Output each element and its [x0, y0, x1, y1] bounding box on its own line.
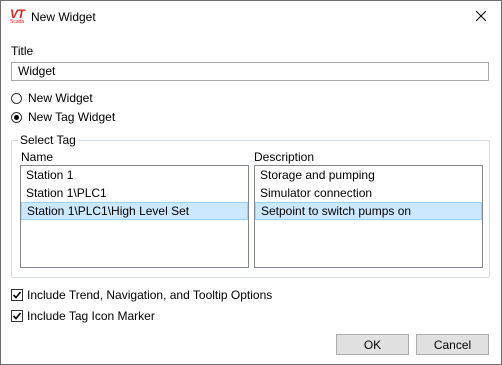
radio-new-tag-widget-circle[interactable]	[11, 111, 22, 123]
description-column-label: Description	[254, 150, 315, 164]
name-column-label: Name	[21, 150, 54, 164]
include-trend-checkbox[interactable]	[11, 289, 23, 301]
include-trend-option[interactable]: Include Trend, Navigation, and Tooltip O…	[11, 287, 272, 303]
logo-subtext: Scada	[10, 19, 25, 25]
radio-new-tag-widget[interactable]: New Tag Widget	[11, 109, 115, 125]
ok-button[interactable]: OK	[336, 334, 409, 355]
description-list-item[interactable]: Setpoint to switch pumps on	[255, 202, 482, 220]
title-input[interactable]: Widget	[11, 62, 489, 81]
radio-new-widget-label: New Widget	[28, 91, 93, 105]
title-bar[interactable]: VT Scada New Widget	[1, 1, 501, 33]
radio-new-tag-widget-label: New Tag Widget	[28, 110, 116, 124]
new-widget-dialog: VT Scada New Widget Title Widget New Wid…	[0, 0, 502, 365]
include-icon-label: Include Tag Icon Marker	[27, 309, 155, 323]
description-list-item[interactable]: Storage and pumping	[255, 166, 482, 184]
cancel-button[interactable]: Cancel	[416, 334, 489, 355]
close-icon	[476, 11, 486, 21]
name-listbox[interactable]: Station 1 Station 1\PLC1 Station 1\PLC1\Hi…	[20, 165, 249, 268]
window-title: New Widget	[31, 10, 96, 24]
description-list-item[interactable]: Simulator connection	[255, 184, 482, 202]
name-list-item[interactable]: Station 1\PLC1	[21, 184, 248, 202]
app-logo-icon: VT Scada	[10, 7, 30, 25]
checkmark-icon	[12, 291, 22, 299]
select-tag-group-label: Select Tag	[18, 133, 78, 147]
include-icon-checkbox[interactable]	[11, 310, 23, 322]
close-button[interactable]	[461, 1, 501, 31]
radio-new-widget-circle[interactable]	[11, 92, 22, 104]
radio-new-widget[interactable]: New Widget	[11, 90, 93, 106]
description-listbox[interactable]: Storage and pumping Simulator connection S…	[254, 165, 483, 268]
checkmark-icon	[12, 312, 22, 320]
include-trend-label: Include Trend, Navigation, and Tooltip O…	[27, 288, 273, 302]
include-icon-option[interactable]: Include Tag Icon Marker	[11, 308, 155, 324]
name-list-item[interactable]: Station 1\PLC1\High Level Set	[21, 202, 248, 220]
title-label: Title	[11, 44, 34, 58]
name-list-item[interactable]: Station 1	[21, 166, 248, 184]
